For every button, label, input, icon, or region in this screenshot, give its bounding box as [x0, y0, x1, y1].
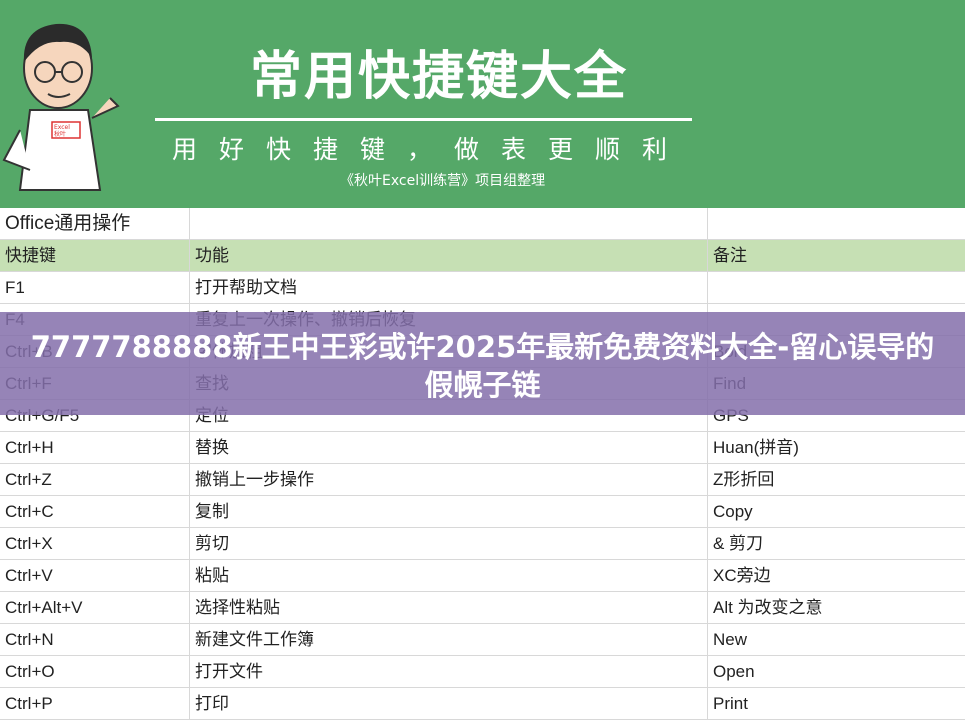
note-cell: New — [713, 630, 748, 649]
table-row: Ctrl+H 替换 Huan(拼音) — [0, 432, 965, 464]
note-cell: Alt 为改变之意 — [713, 598, 823, 617]
note-cell: Print — [713, 694, 748, 713]
function-cell: 撤销上一步操作 — [190, 464, 708, 495]
column-header-function: 功能 — [190, 240, 708, 271]
note-cell: & 剪刀 — [713, 534, 764, 553]
column-header-shortcut: 快捷键 — [0, 240, 190, 271]
table-row: Ctrl+P 打印 Print — [0, 688, 965, 720]
mascot-shirt-text-1: Excel — [54, 124, 70, 131]
shortcut-cell: Ctrl+V — [0, 560, 190, 591]
table-row: Ctrl+O 打开文件 Open — [0, 656, 965, 688]
section-row: Office通用操作 — [0, 208, 965, 240]
function-cell: 剪切 — [190, 528, 708, 559]
note-cell: Z形折回 — [713, 470, 775, 489]
overlay-text: 7777788888新王中王彩或许2025年最新免费资料大全-留心误导的假幌子链 — [30, 330, 935, 402]
table-row: Ctrl+Z 撤销上一步操作 Z形折回 — [0, 464, 965, 496]
note-cell — [708, 272, 965, 303]
table-cell — [708, 208, 965, 239]
table-row: Ctrl+C 复制 Copy — [0, 496, 965, 528]
shortcut-cell: Ctrl+P — [0, 688, 190, 719]
note-cell: Open — [713, 662, 755, 681]
table-row: Ctrl+V 粘贴 XC旁边 — [0, 560, 965, 592]
function-cell: 替换 — [190, 432, 708, 463]
mascot-avatar: Excel 秋叶 — [2, 23, 120, 191]
function-cell: 打开帮助文档 — [190, 272, 708, 303]
shortcut-cell: Ctrl+N — [0, 624, 190, 655]
table-row: Ctrl+Alt+V 选择性粘贴 Alt 为改变之意 — [0, 592, 965, 624]
banner-subtitle: 用好快捷键，做表更顺利 — [172, 135, 690, 164]
table-cell — [190, 208, 708, 239]
shortcut-cell: Ctrl+H — [0, 432, 190, 463]
shortcut-cell: Ctrl+Alt+V — [0, 592, 190, 623]
function-cell: 粘贴 — [190, 560, 708, 591]
banner-credit: 《秋叶Excel训练营》项目组整理 — [340, 173, 546, 189]
note-cell: Huan(拼音) — [713, 438, 799, 457]
shortcut-cell: Ctrl+Z — [0, 464, 190, 495]
function-cell: 新建文件工作簿 — [190, 624, 708, 655]
function-cell: 复制 — [190, 496, 708, 527]
header-row: 快捷键 功能 备注 — [0, 240, 965, 272]
mascot-shirt-text-2: 秋叶 — [54, 130, 66, 138]
note-cell: Copy — [713, 502, 753, 521]
shortcut-cell: Ctrl+O — [0, 656, 190, 687]
function-cell: 打开文件 — [190, 656, 708, 687]
table-row: F1 打开帮助文档 — [0, 272, 965, 304]
shortcut-cell: F1 — [0, 272, 190, 303]
column-header-note: 备注 — [713, 246, 747, 265]
banner: Excel 秋叶 常用快捷键大全 用好快捷键，做表更顺利 《秋叶Excel训练营… — [0, 0, 965, 208]
overlay-banner: 7777788888新王中王彩或许2025年最新免费资料大全-留心误导的假幌子链 — [0, 312, 965, 415]
page-title: 常用快捷键大全 — [250, 47, 629, 107]
note-cell: XC旁边 — [713, 566, 771, 585]
shortcut-cell: Ctrl+X — [0, 528, 190, 559]
shortcut-cell: Ctrl+C — [0, 496, 190, 527]
table-row: Ctrl+N 新建文件工作簿 New — [0, 624, 965, 656]
title-divider — [155, 118, 692, 121]
function-cell: 打印 — [190, 688, 708, 719]
function-cell: 选择性粘贴 — [190, 592, 708, 623]
section-title: Office通用操作 — [0, 208, 190, 239]
table-row: Ctrl+X 剪切 & 剪刀 — [0, 528, 965, 560]
